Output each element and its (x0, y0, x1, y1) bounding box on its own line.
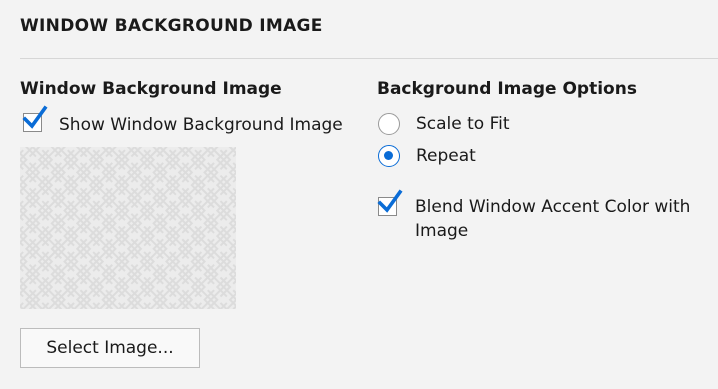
checkbox-box[interactable] (377, 189, 403, 216)
section-divider (20, 58, 718, 59)
background-image-preview (20, 147, 236, 309)
radio-scale-to-fit[interactable]: Scale to Fit (378, 113, 510, 135)
radio-button-unchecked[interactable] (378, 113, 400, 135)
radio-repeat[interactable]: Repeat (378, 145, 476, 167)
blend-accent-color-label: Blend Window Accent Color with Image (415, 197, 691, 241)
checkmark-icon (22, 105, 48, 129)
window-background-image-heading: Window Background Image (20, 79, 282, 99)
checkbox-box[interactable] (22, 105, 48, 132)
radio-scale-to-fit-label: Scale to Fit (416, 114, 510, 134)
show-window-background-image-checkbox[interactable]: Show Window Background Image (22, 105, 343, 137)
radio-button-checked[interactable] (378, 145, 400, 167)
radio-repeat-label: Repeat (416, 146, 476, 166)
checkmark-icon (377, 189, 403, 213)
select-image-button[interactable]: Select Image... (20, 328, 200, 368)
blend-accent-color-checkbox[interactable]: Blend Window Accent Color with Image (377, 189, 708, 243)
show-window-background-image-label: Show Window Background Image (59, 115, 343, 135)
background-image-options-heading: Background Image Options (377, 79, 637, 99)
sayagata-pattern-image (20, 147, 236, 309)
section-title: WINDOW BACKGROUND IMAGE (20, 16, 323, 36)
